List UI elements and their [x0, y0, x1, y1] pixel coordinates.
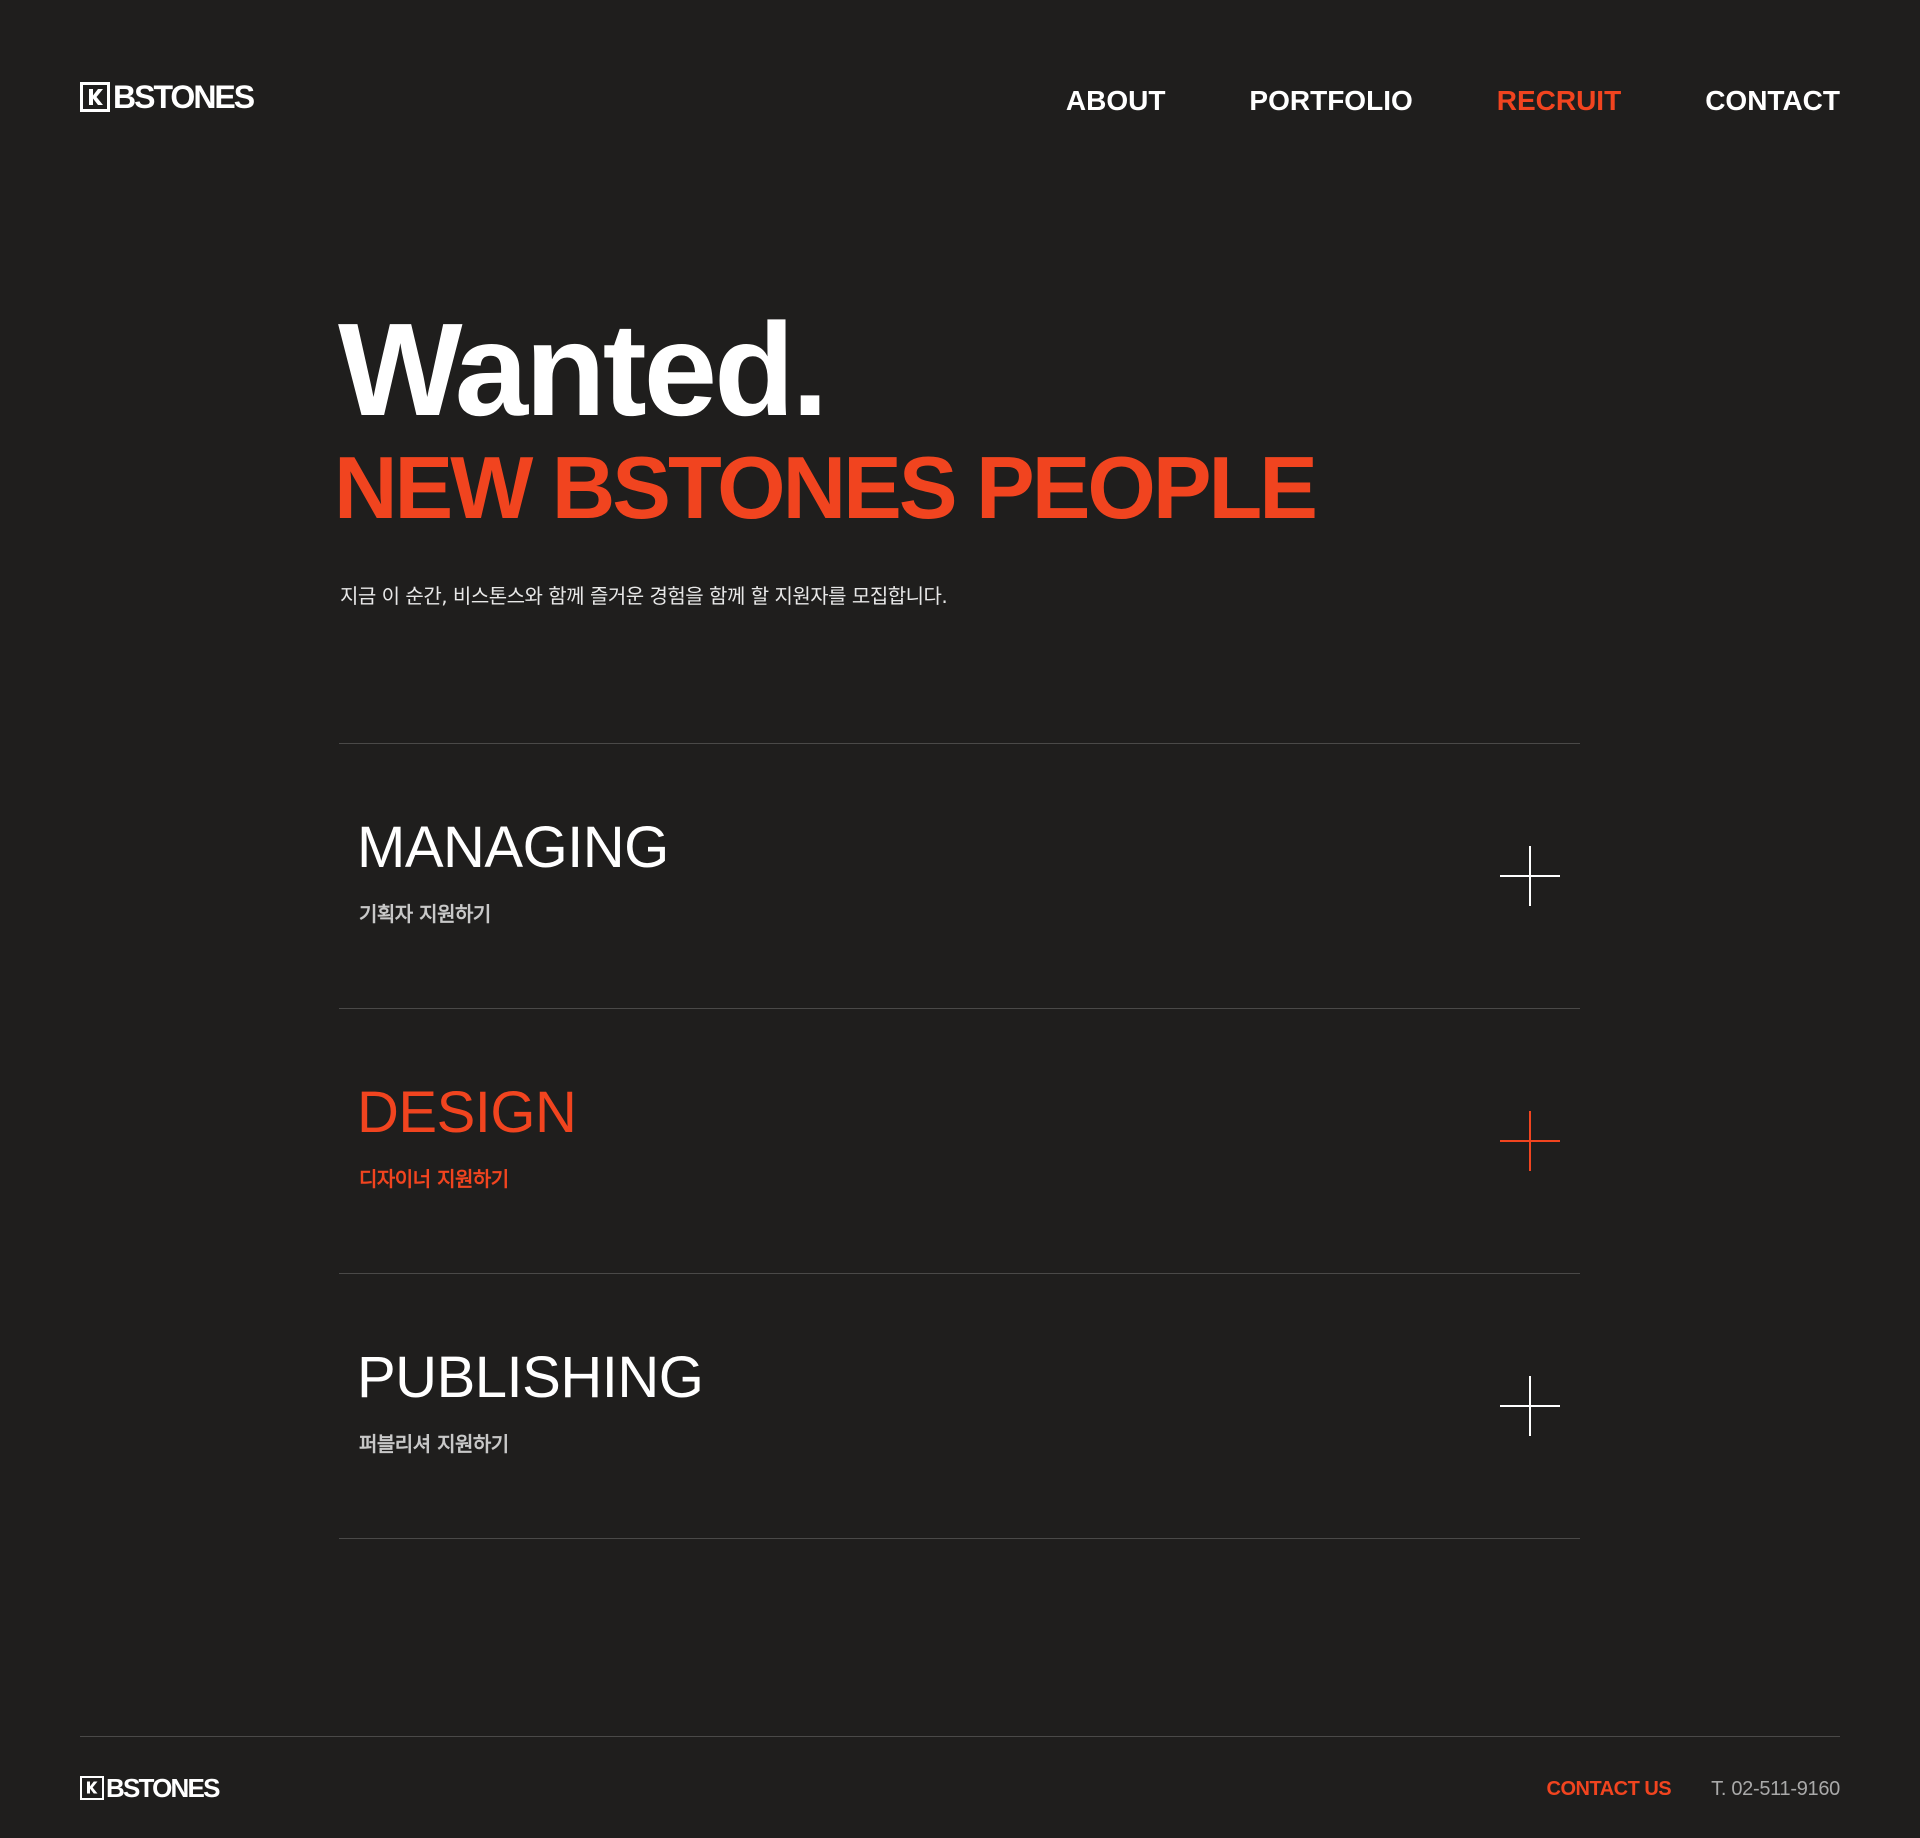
logo[interactable]: BSTONES: [80, 79, 255, 115]
page: BSTONES ABOUT PORTFOLIO RECRUIT CONTACT …: [0, 0, 1920, 1838]
nav-item-recruit[interactable]: RECRUIT: [1497, 84, 1621, 118]
job-list: MANAGING 기획자 지원하기 DESIGN 디자이너 지원하기 PUBLI…: [339, 743, 1580, 1539]
nav-item-portfolio[interactable]: PORTFOLIO: [1249, 84, 1412, 118]
hero-description: 지금 이 순간, 비스톤스와 함께 즐거운 경험을 함께 할 지원자를 모집합니…: [340, 584, 948, 608]
job-apply-link[interactable]: 퍼블리셔 지원하기: [359, 1431, 509, 1457]
job-item-managing[interactable]: MANAGING 기획자 지원하기: [339, 744, 1580, 1009]
footer-logo[interactable]: BSTONES: [80, 1773, 220, 1803]
hero-section: Wanted. NEW BSTONES PEOPLE 지금 이 순간, 비스톤스…: [334, 296, 1318, 611]
job-apply-link[interactable]: 기획자 지원하기: [359, 901, 491, 927]
contact-us-link[interactable]: CONTACT US: [1547, 1776, 1672, 1802]
job-apply-link[interactable]: 디자이너 지원하기: [359, 1166, 509, 1192]
hero-subtitle: NEW BSTONES PEOPLE: [334, 438, 1318, 537]
nav-item-about[interactable]: ABOUT: [1066, 84, 1166, 118]
footer-contact-info: CONTACT US T. 02-511-9160: [1547, 1776, 1841, 1802]
footer-logo-text: BSTONES: [106, 1773, 220, 1803]
plus-icon[interactable]: [1500, 846, 1560, 906]
main-nav: ABOUT PORTFOLIO RECRUIT CONTACT: [982, 84, 1840, 118]
phone-number: T. 02-511-9160: [1711, 1778, 1840, 1800]
job-title: MANAGING: [357, 815, 669, 880]
plus-icon[interactable]: [1500, 1111, 1560, 1171]
nav-item-contact[interactable]: CONTACT: [1705, 84, 1840, 118]
site-header: BSTONES ABOUT PORTFOLIO RECRUIT CONTACT: [80, 70, 1840, 130]
logo-mark-icon: [80, 1776, 104, 1800]
job-title: DESIGN: [357, 1080, 577, 1145]
site-footer: BSTONES CONTACT US T. 02-511-9160: [80, 1772, 1840, 1806]
job-item-design[interactable]: DESIGN 디자이너 지원하기: [339, 1009, 1580, 1274]
footer-divider: [80, 1736, 1840, 1737]
logo-text: BSTONES: [113, 79, 255, 115]
hero-title: Wanted.: [338, 296, 828, 443]
logo-mark-icon: [80, 82, 110, 112]
job-title: PUBLISHING: [357, 1345, 704, 1410]
plus-icon[interactable]: [1500, 1376, 1560, 1436]
job-item-publishing[interactable]: PUBLISHING 퍼블리셔 지원하기: [339, 1274, 1580, 1539]
